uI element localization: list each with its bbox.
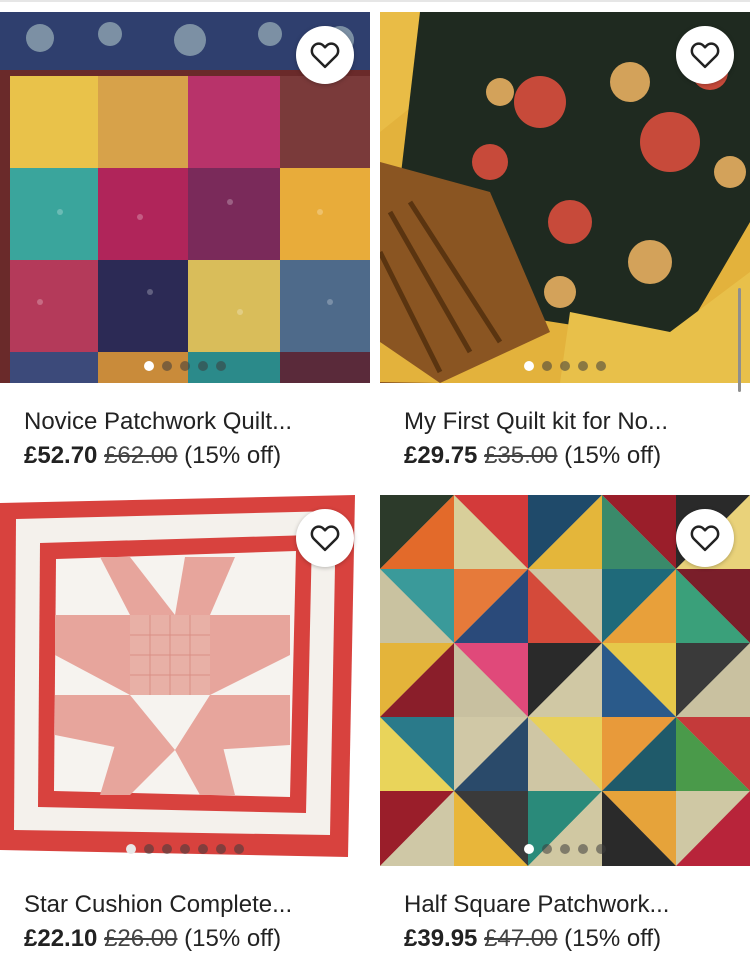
original-price: £62.00 xyxy=(104,442,178,469)
image-dot[interactable] xyxy=(524,844,534,854)
product-title[interactable]: Novice Patchwork Quilt... xyxy=(0,407,354,437)
heart-outline-icon xyxy=(310,525,340,552)
price-row: £22.10 £26.00 (15% off) xyxy=(0,924,370,954)
original-price: £35.00 xyxy=(484,442,558,469)
image-dot[interactable] xyxy=(144,844,154,854)
image-dot[interactable] xyxy=(542,361,552,371)
image-pagination xyxy=(0,844,370,854)
image-dot[interactable] xyxy=(162,844,172,854)
image-dot[interactable] xyxy=(596,361,606,371)
image-dot[interactable] xyxy=(542,844,552,854)
product-title[interactable]: My First Quilt kit for No... xyxy=(380,407,734,437)
favorite-button[interactable] xyxy=(676,26,734,84)
image-pagination xyxy=(380,844,750,854)
image-dot[interactable] xyxy=(560,361,570,371)
image-dot[interactable] xyxy=(216,844,226,854)
product-image[interactable] xyxy=(380,495,750,866)
favorite-button[interactable] xyxy=(296,26,354,84)
product-title[interactable]: Star Cushion Complete... xyxy=(0,890,354,920)
price-row: £29.75 £35.00 (15% off) xyxy=(380,441,750,471)
original-price: £26.00 xyxy=(104,925,178,952)
discount-label: (15% off) xyxy=(184,925,282,952)
image-dot[interactable] xyxy=(180,361,190,371)
top-divider xyxy=(0,0,750,2)
product-card[interactable]: Novice Patchwork Quilt... £52.70 £62.00 … xyxy=(0,12,370,471)
sale-price: £39.95 xyxy=(404,925,478,952)
sale-price: £29.75 xyxy=(404,442,478,469)
product-image[interactable] xyxy=(0,495,370,866)
image-dot[interactable] xyxy=(578,844,588,854)
image-dot[interactable] xyxy=(234,844,244,854)
image-dot[interactable] xyxy=(596,844,606,854)
price-row: £39.95 £47.00 (15% off) xyxy=(380,924,750,954)
product-card[interactable]: Half Square Patchwork... £39.95 £47.00 (… xyxy=(380,495,750,954)
image-dot[interactable] xyxy=(144,361,154,371)
favorite-button[interactable] xyxy=(676,509,734,567)
heart-outline-icon xyxy=(690,42,720,69)
discount-label: (15% off) xyxy=(564,925,662,952)
favorite-button[interactable] xyxy=(296,509,354,567)
image-pagination xyxy=(0,361,370,371)
discount-label: (15% off) xyxy=(184,442,282,469)
image-dot[interactable] xyxy=(198,844,208,854)
image-dot[interactable] xyxy=(524,361,534,371)
price-row: £52.70 £62.00 (15% off) xyxy=(0,441,370,471)
image-dot[interactable] xyxy=(198,361,208,371)
original-price: £47.00 xyxy=(484,925,558,952)
image-pagination xyxy=(380,361,750,371)
image-dot[interactable] xyxy=(180,844,190,854)
product-card[interactable]: Star Cushion Complete... £22.10 £26.00 (… xyxy=(0,495,370,954)
image-dot[interactable] xyxy=(162,361,172,371)
product-image[interactable] xyxy=(0,12,370,383)
discount-label: (15% off) xyxy=(564,442,662,469)
heart-outline-icon xyxy=(690,525,720,552)
image-dot[interactable] xyxy=(216,361,226,371)
heart-outline-icon xyxy=(310,42,340,69)
sale-price: £52.70 xyxy=(24,442,98,469)
scrollbar[interactable] xyxy=(738,288,741,392)
product-title[interactable]: Half Square Patchwork... xyxy=(380,890,734,920)
product-card[interactable]: My First Quilt kit for No... £29.75 £35.… xyxy=(380,12,750,471)
image-dot[interactable] xyxy=(578,361,588,371)
product-image[interactable] xyxy=(380,12,750,383)
sale-price: £22.10 xyxy=(24,925,98,952)
image-dot[interactable] xyxy=(126,844,136,854)
image-dot[interactable] xyxy=(560,844,570,854)
